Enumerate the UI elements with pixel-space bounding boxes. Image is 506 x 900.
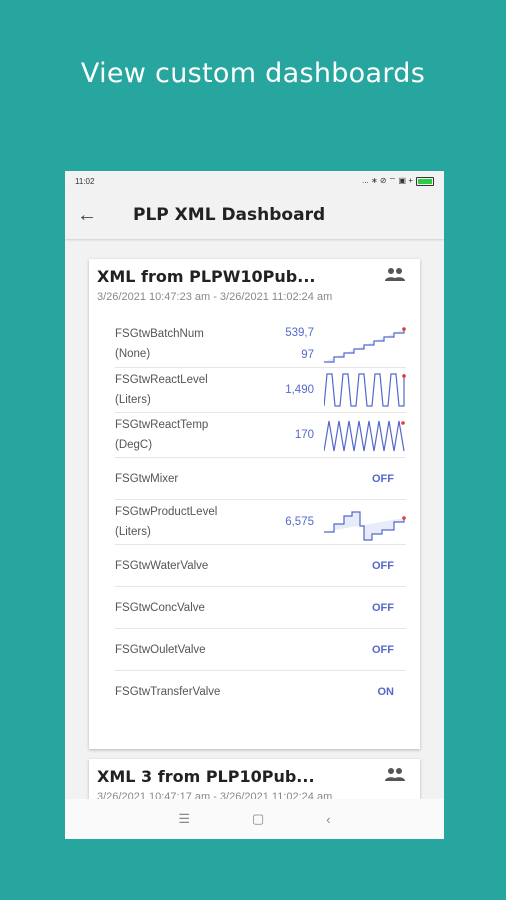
system-nav-bar: ☰ ▢ ‹ — [65, 799, 444, 839]
home-square-icon[interactable]: ▢ — [252, 811, 264, 827]
sparkline-chart — [324, 420, 405, 452]
tag-value: 539,7 97 — [254, 322, 324, 366]
dashboard-card[interactable]: XML from PLPW10Pub... 3/26/2021 10:47:23… — [89, 259, 420, 749]
tag-name: FSGtwBatchNum — [115, 328, 204, 340]
app-bar: ← PLP XML Dashboard — [65, 191, 444, 239]
tag-value: 1,490 — [285, 384, 314, 396]
battery-icon — [416, 176, 434, 186]
tag-row-batchnum[interactable]: FSGtwBatchNum (None) 539,7 97 — [115, 321, 406, 368]
tag-row-reacttemp[interactable]: FSGtwReactTemp (DegC) 170 — [115, 413, 406, 458]
tag-state: OFF — [372, 559, 394, 572]
tag-state: OFF — [372, 601, 394, 614]
tag-label: FSGtwProductLevel (Liters) — [115, 502, 254, 542]
tag-label: FSGtwBatchNum (None) — [115, 324, 254, 364]
tag-name: FSGtwConcValve — [115, 601, 205, 614]
tag-row-mixer[interactable]: FSGtwMixer OFF — [115, 458, 406, 500]
dashboard-list[interactable]: XML from PLPW10Pub... 3/26/2021 10:47:23… — [65, 239, 444, 799]
tag-state: OFF — [372, 472, 394, 485]
tag-value-line1: 539,7 — [285, 327, 314, 339]
tag-row-productlevel[interactable]: FSGtwProductLevel (Liters) 6,575 — [115, 500, 406, 545]
tag-state: OFF — [372, 643, 394, 656]
sparkline-chart — [324, 373, 406, 407]
tag-name: FSGtwProductLevel — [115, 506, 218, 518]
tag-state: ON — [377, 685, 395, 698]
card-date-range: 3/26/2021 10:47:17 am - 3/26/2021 11:02:… — [97, 791, 333, 799]
dashboard-card[interactable]: XML 3 from PLP10Pub... 3/26/2021 10:47:1… — [89, 759, 420, 799]
tag-unit: (None) — [115, 348, 151, 360]
phone-screen: 11:02 ... ∗ ⊘ ⌔ ▣ + ← PLP XML Dashboard … — [65, 171, 444, 839]
tag-label: FSGtwReactLevel (Liters) — [115, 370, 254, 410]
tag-value: 170 — [294, 429, 314, 441]
sparkline-chart — [324, 327, 406, 363]
tag-row-outletvalve[interactable]: FSGtwOuletValve OFF — [115, 629, 406, 671]
tag-value: 6,575 — [285, 516, 314, 528]
status-icon-glyphs: ... ∗ ⊘ ⌔ ▣ + — [362, 176, 413, 185]
menu-icon[interactable]: ☰ — [178, 811, 190, 827]
tag-name: FSGtwWaterValve — [115, 559, 209, 572]
sparkline-chart — [324, 511, 406, 541]
tag-name: FSGtwReactLevel — [115, 374, 208, 386]
tag-row-reactlevel[interactable]: FSGtwReactLevel (Liters) 1,490 — [115, 368, 406, 413]
tag-unit: (Liters) — [115, 394, 151, 406]
tag-row-concvalve[interactable]: FSGtwConcValve OFF — [115, 587, 406, 629]
card-date-range: 3/26/2021 10:47:23 am - 3/26/2021 11:02:… — [97, 291, 333, 303]
tag-name: FSGtwTransferValve — [115, 685, 221, 698]
card-title: XML 3 from PLP10Pub... — [97, 767, 315, 786]
tag-name: FSGtwMixer — [115, 472, 179, 485]
tag-value-line2: 97 — [301, 349, 314, 361]
tag-rows: FSGtwBatchNum (None) 539,7 97 FSGtwReact… — [89, 303, 420, 712]
group-icon[interactable] — [384, 767, 406, 783]
card-header: XML from PLPW10Pub... 3/26/2021 10:47:23… — [89, 259, 420, 303]
tag-unit: (Liters) — [115, 526, 151, 538]
page-title: PLP XML Dashboard — [133, 205, 326, 225]
status-bar: 11:02 ... ∗ ⊘ ⌔ ▣ + — [65, 171, 444, 191]
status-icons: ... ∗ ⊘ ⌔ ▣ + — [362, 176, 434, 186]
back-chevron-icon[interactable]: ‹ — [326, 812, 330, 827]
tag-unit: (DegC) — [115, 439, 153, 451]
tag-name: FSGtwOuletValve — [115, 643, 206, 656]
tag-row-transfervalve[interactable]: FSGtwTransferValve ON — [115, 671, 406, 712]
status-time: 11:02 — [75, 176, 95, 186]
group-icon[interactable] — [384, 267, 406, 283]
promo-title: View custom dashboards — [80, 58, 426, 89]
tag-row-watervalve[interactable]: FSGtwWaterValve OFF — [115, 545, 406, 587]
arrow-back-icon[interactable]: ← — [77, 204, 117, 227]
card-header: XML 3 from PLP10Pub... 3/26/2021 10:47:1… — [89, 759, 420, 799]
tag-label: FSGtwReactTemp (DegC) — [115, 415, 254, 455]
card-title: XML from PLPW10Pub... — [97, 267, 316, 286]
tag-name: FSGtwReactTemp — [115, 419, 209, 431]
